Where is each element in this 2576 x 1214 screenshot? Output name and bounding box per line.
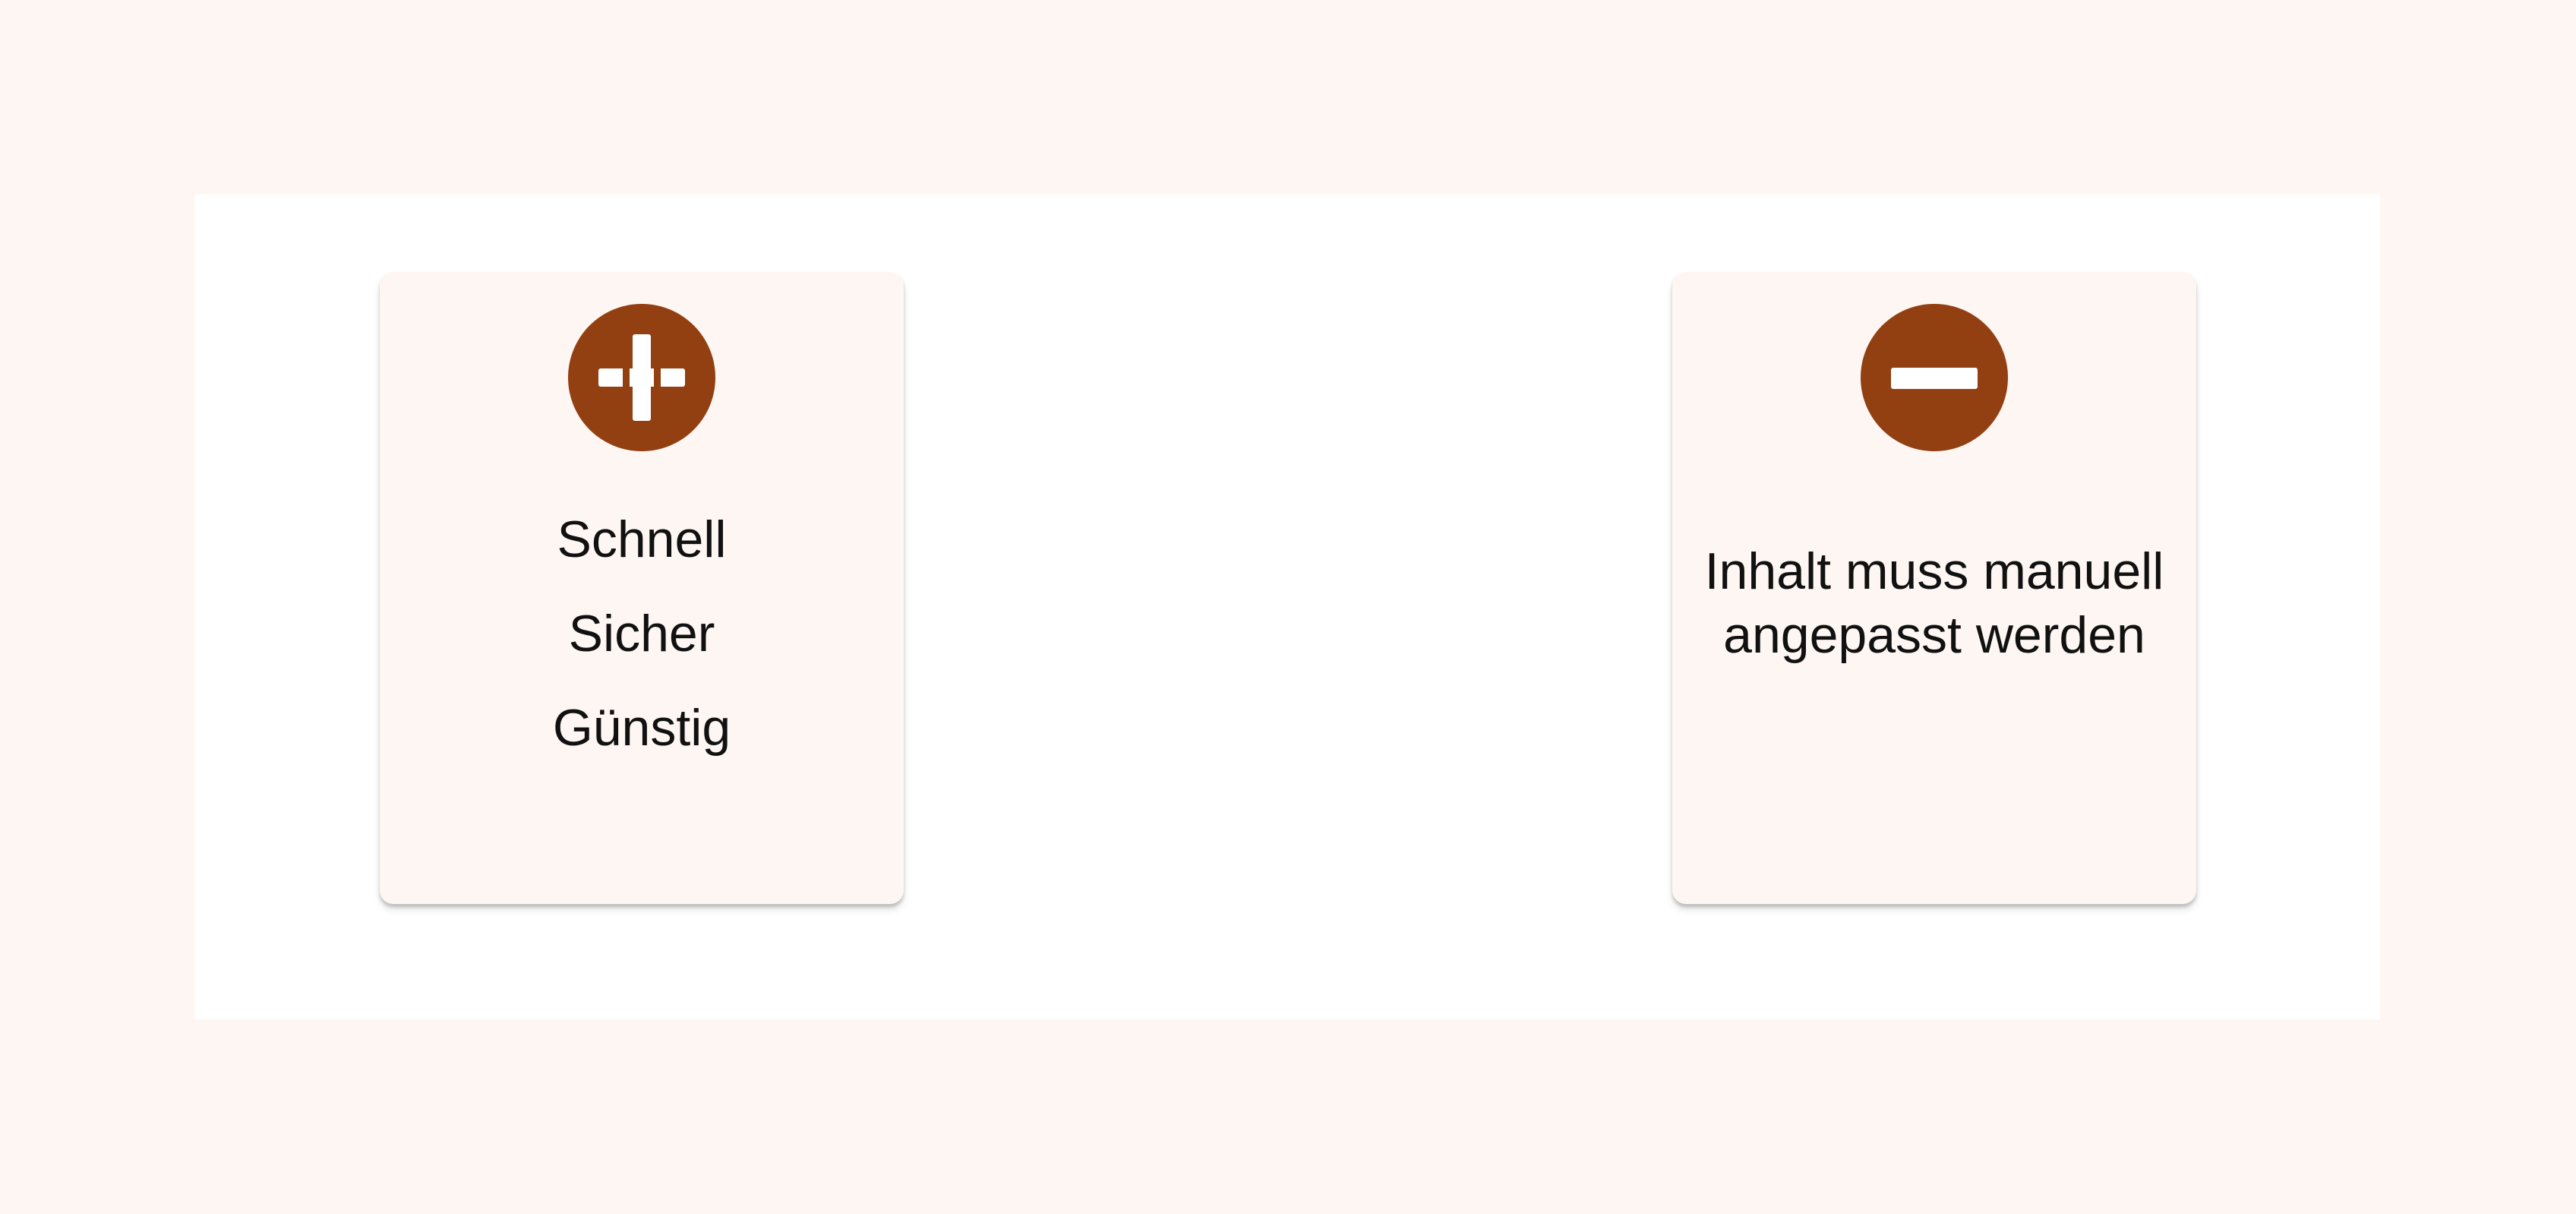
cons-card: Inhalt muss manuell angepasst werden (1672, 272, 2196, 904)
plus-circle-icon (568, 304, 715, 451)
pros-item-sicher: Sicher (568, 605, 715, 662)
pros-list: Schnell Sicher Günstig (380, 492, 904, 775)
pros-item-schnell: Schnell (557, 511, 727, 568)
pros-item-guenstig: Günstig (552, 699, 731, 757)
cons-line-2: angepasst werden (1723, 606, 2145, 664)
pros-card: Schnell Sicher Günstig (380, 272, 904, 904)
cons-text: Inhalt muss manuell angepasst werden (1672, 539, 2196, 667)
content-panel: Schnell Sicher Günstig Inhalt muss manue… (194, 194, 2380, 1020)
cons-line-1: Inhalt muss manuell (1704, 542, 2164, 600)
minus-circle-icon (1861, 304, 2008, 451)
